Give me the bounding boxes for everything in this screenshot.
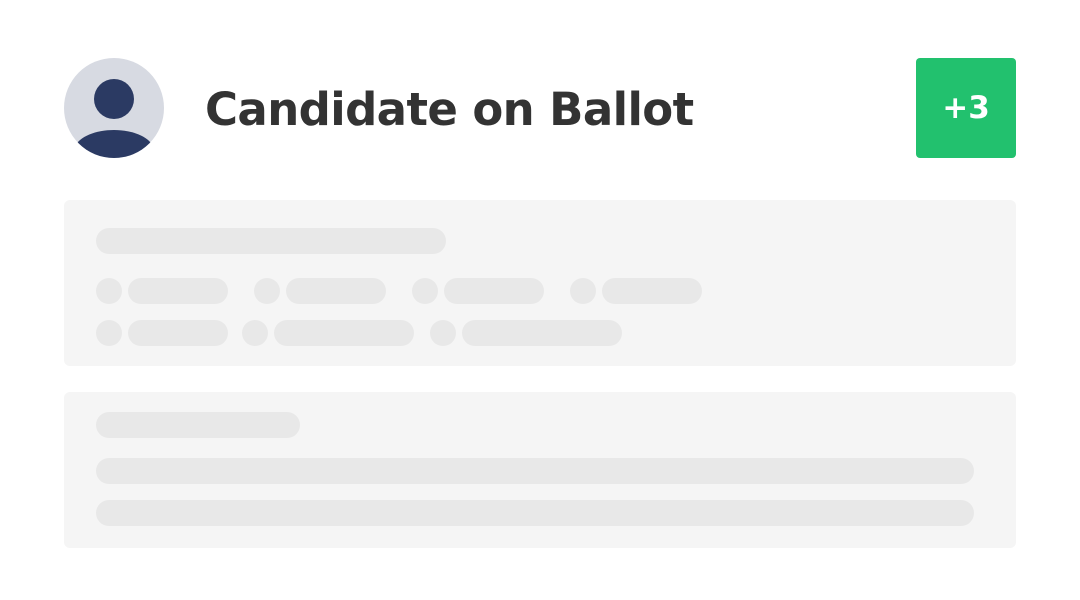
- skeleton-dot: [96, 320, 122, 346]
- skeleton-dot: [242, 320, 268, 346]
- skeleton-tag: [274, 320, 414, 346]
- skeleton-tag: [128, 278, 228, 304]
- skeleton-dot: [570, 278, 596, 304]
- skeleton-heading: [96, 228, 446, 254]
- skeleton-card-description: [64, 392, 1016, 548]
- skeleton-heading: [96, 412, 300, 438]
- skeleton-tag: [444, 278, 544, 304]
- skeleton-line: [96, 458, 974, 484]
- skeleton-dot: [430, 320, 456, 346]
- skeleton-dot: [412, 278, 438, 304]
- user-avatar-icon: [74, 79, 154, 158]
- skeleton-tag: [602, 278, 702, 304]
- skeleton-card-details: [64, 200, 1016, 366]
- skeleton-dot: [96, 278, 122, 304]
- skeleton-dot: [254, 278, 280, 304]
- skeleton-tag: [286, 278, 386, 304]
- score-badge: +3: [916, 58, 1016, 158]
- skeleton-tag: [462, 320, 622, 346]
- skeleton-line: [96, 500, 974, 526]
- candidate-avatar: [64, 58, 164, 158]
- skeleton-tag: [128, 320, 228, 346]
- candidate-name: Candidate on Ballot: [205, 83, 694, 136]
